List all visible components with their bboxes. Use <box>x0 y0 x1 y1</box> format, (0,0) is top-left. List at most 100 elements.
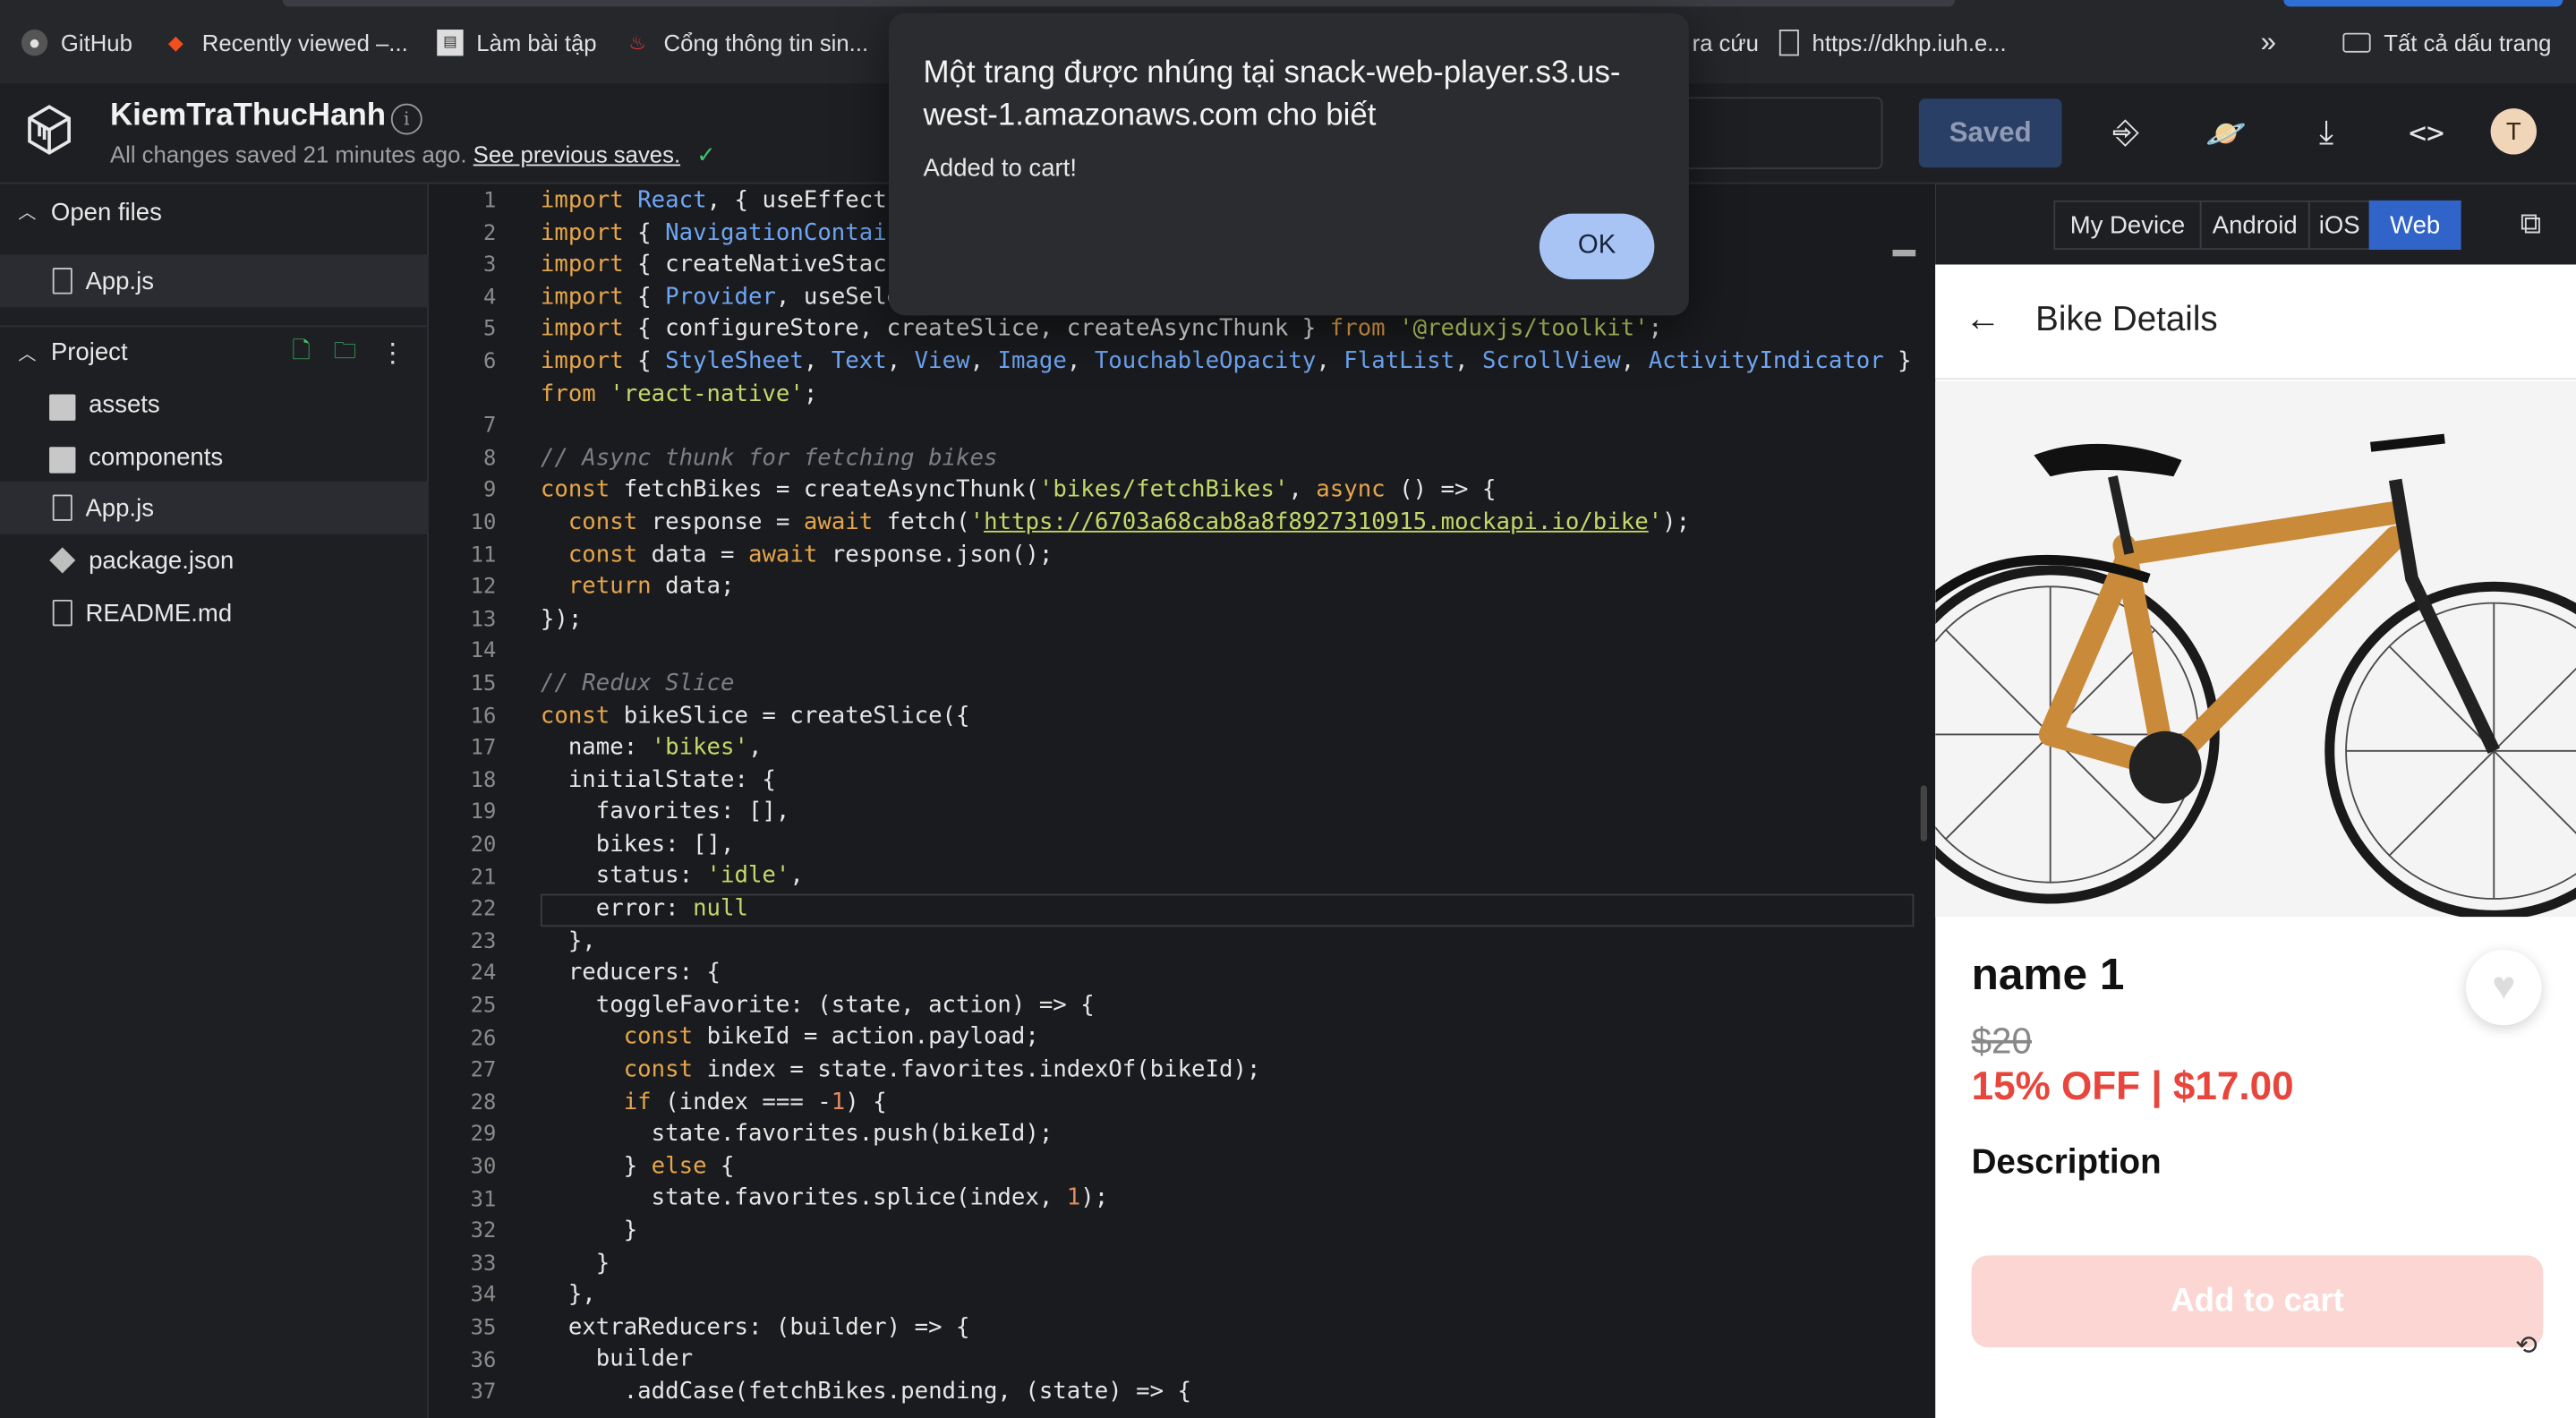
code-editor[interactable]: 1 2 3 4 5 6 7 8 9 10 11 12 13 14 15 16 17 18 19 20 21 22 23 24 2… <box>430 184 1936 1418</box>
line-number: 23 <box>470 929 497 955</box>
line-number: 26 <box>470 1026 497 1051</box>
line-number: 21 <box>470 865 497 891</box>
embed-code-icon[interactable]: <> <box>2402 108 2452 158</box>
open-external-icon[interactable]: ⧉ <box>2521 207 2542 242</box>
page-icon <box>1778 29 1799 56</box>
project-item-app-js[interactable]: App.js <box>0 481 430 534</box>
open-files-section[interactable]: ︿ Open files <box>0 185 429 238</box>
see-previous-saves-link[interactable]: See previous saves. <box>473 141 680 167</box>
folder-icon <box>49 446 76 473</box>
line-number: 25 <box>470 994 497 1020</box>
folder-icon <box>2342 31 2371 52</box>
new-folder-icon[interactable]: 🗀 <box>334 334 357 373</box>
code-line-20: bikes: [], <box>540 831 735 858</box>
bike-image <box>1935 380 2576 918</box>
bookmark-figma[interactable]: ◆ Recently viewed –... <box>163 0 408 84</box>
tab-ios[interactable]: iOS <box>2307 200 2371 250</box>
line-number: 32 <box>470 1219 497 1244</box>
all-bookmarks[interactable]: Tất cả dấu trang <box>2342 0 2551 84</box>
code-line-2: import { NavigationContaine <box>540 219 915 246</box>
project-item-components[interactable]: components <box>0 431 429 483</box>
line-number: 30 <box>470 1155 497 1180</box>
tab-my-device[interactable]: My Device <box>2053 200 2202 250</box>
file-icon <box>52 599 73 627</box>
favorite-heart-icon[interactable]: ♥ <box>2466 949 2542 1026</box>
code-content[interactable]: import React, { useEffect } import { Nav… <box>541 184 1912 1409</box>
line-number: 11 <box>470 542 497 568</box>
package-icon <box>49 547 76 574</box>
saved-button[interactable]: Saved <box>1918 98 2062 168</box>
check-icon: ✓ <box>696 141 716 168</box>
snack-logo-icon <box>28 105 71 155</box>
more-options-icon[interactable]: ⋮ <box>380 337 405 370</box>
project-item-assets[interactable]: assets <box>0 378 429 431</box>
figma-icon: ◆ <box>167 30 183 54</box>
line-number: 35 <box>470 1316 497 1341</box>
line-number: 18 <box>470 768 497 794</box>
code-line-9: const fetchBikes = createAsyncThunk('bik… <box>540 476 1497 504</box>
github-icon: ● <box>21 29 48 56</box>
open-device-icon[interactable]: ⎆ <box>2102 108 2151 158</box>
code-line-10: const response = await fetch('https://67… <box>567 508 1691 536</box>
new-file-icon[interactable]: 🗋 <box>292 334 311 373</box>
code-line-26: const bikeId = action.payload; <box>623 1024 1039 1051</box>
line-number: 28 <box>470 1090 497 1115</box>
code-line-19: favorites: [], <box>540 799 790 825</box>
back-arrow-icon[interactable]: ← <box>1965 297 2000 340</box>
dialog-title: Một trang được nhúng tại snack-web-playe… <box>923 56 1621 133</box>
line-number: 20 <box>470 833 497 858</box>
tab-web[interactable]: Web <box>2368 200 2461 250</box>
code-line-28: if (index === -1) { <box>623 1089 887 1115</box>
line-number: 17 <box>470 736 497 762</box>
line-number: 9 <box>482 478 497 504</box>
avatar[interactable]: T <box>2490 108 2538 155</box>
line-number: 7 <box>482 414 497 440</box>
code-line-4: import { Provider, useSelec <box>540 284 915 311</box>
translate-icon[interactable]: ⟲ <box>2515 1329 2538 1362</box>
more-bookmarks-button[interactable]: » <box>2261 0 2276 84</box>
description-label: Description <box>1971 1143 2162 1182</box>
code-line-6-wrap: from 'react-native'; <box>540 380 818 407</box>
code-line-15: // Redux Slice <box>540 670 735 697</box>
bike-illustration <box>1935 380 2576 918</box>
download-icon[interactable]: ⤓ <box>2302 108 2351 158</box>
tab-android[interactable]: Android <box>2199 200 2310 250</box>
code-line-22: error: null <box>540 895 748 922</box>
editor-scrollbar[interactable] <box>1920 785 1928 841</box>
code-line-3: import { createNativeStackN <box>540 252 915 278</box>
code-line-13: }); <box>540 605 583 633</box>
code-line-6: import { StyleSheet, Text, View, Image, … <box>540 348 1912 375</box>
code-line-11: const data = await response.json(); <box>567 541 1053 568</box>
line-number: 6 <box>482 349 497 375</box>
code-line-27: const index = state.favorites.indexOf(bi… <box>623 1056 1261 1083</box>
project-section[interactable]: ︿ Project 🗋 🗀 ⋮ <box>0 325 430 378</box>
chevron-up-icon: ︿ <box>18 344 37 364</box>
info-icon[interactable]: i <box>390 103 422 135</box>
line-number: 31 <box>470 1187 497 1212</box>
code-line-30: } else { <box>540 1153 735 1180</box>
preview-tabs: My Device Android iOS Web ⧉ <box>1935 184 2576 265</box>
bookmark-github[interactable]: ● GitHub <box>21 0 132 84</box>
project-item-package-json[interactable]: package.json <box>0 534 429 587</box>
screen-header: ← Bike Details <box>1935 264 2576 380</box>
code-line-5: import { configureStore, createSlice, cr… <box>540 316 1663 343</box>
add-to-cart-button[interactable]: Add to cart <box>1971 1255 2544 1348</box>
open-file-app-js[interactable]: App.js <box>0 254 430 308</box>
line-number: 2 <box>482 221 497 246</box>
code-line-21: status: 'idle', <box>540 863 804 890</box>
ok-button[interactable]: OK <box>1539 213 1655 280</box>
alert-dialog: Một trang được nhúng tại snack-web-playe… <box>889 13 1689 316</box>
code-line-18: initialState: { <box>540 766 776 793</box>
project-item-readme[interactable]: README.md <box>0 586 429 639</box>
doc-icon: ▤ <box>437 29 464 56</box>
planet-icon[interactable]: 🪐 <box>2202 108 2251 158</box>
file-icon <box>52 268 73 295</box>
code-line-17: name: 'bikes', <box>540 734 763 762</box>
bookmark-dkhp[interactable]: https://dkhp.iuh.e... <box>1778 0 2007 84</box>
bookmark-lam-bai-tap[interactable]: ▤ Làm bài tập <box>437 0 597 84</box>
line-number: 22 <box>470 897 497 923</box>
line-number: 4 <box>482 286 497 311</box>
bookmark-tra-cuu[interactable]: ra cứu <box>1693 0 1759 84</box>
line-number: 13 <box>470 607 497 633</box>
bookmark-cong-thong-tin[interactable]: ♨ Cổng thông tin sin... <box>624 0 868 84</box>
